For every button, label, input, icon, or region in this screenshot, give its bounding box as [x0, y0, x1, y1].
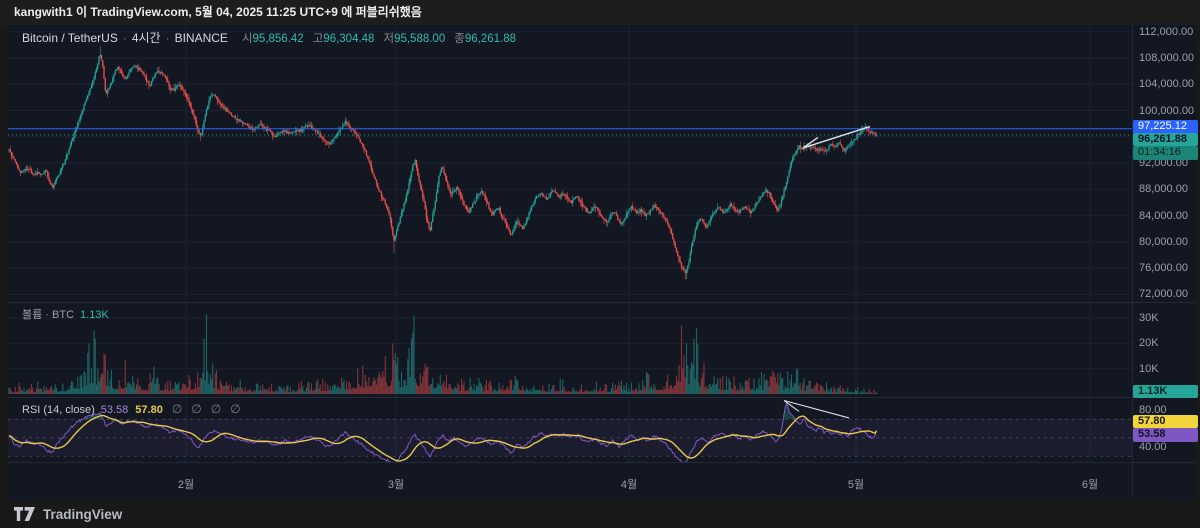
- rsi-ma-value: 57.80: [135, 404, 163, 416]
- time-axis-month-label: 4월: [620, 479, 638, 491]
- price-axis-label: 80,000.00: [1139, 235, 1188, 248]
- rsi-ma-badge: 57.80: [1133, 414, 1198, 428]
- open-label: 시: [241, 32, 253, 45]
- price-axis[interactable]: 97,225.12 96,261.88 01:34:16 1.13K 57.80…: [1132, 25, 1198, 462]
- last-price-badge: 96,261.88: [1133, 132, 1198, 146]
- volume-value: 1.13K: [80, 309, 109, 321]
- rsi-pane-label: RSI (14, close) 53.58 57.80 ∅ ∅ ∅ ∅: [22, 402, 241, 416]
- price-axis-label: 88,000.00: [1139, 183, 1188, 196]
- exchange-label: BINANCE: [174, 30, 228, 45]
- rsi-hidden-inputs: ∅ ∅ ∅ ∅: [163, 402, 241, 416]
- separator-dot: ·: [165, 30, 170, 45]
- time-axis-month-label: 2월: [177, 479, 195, 491]
- price-axis-label: 112,000.00: [1139, 25, 1194, 38]
- high-value: 96,304.48: [323, 32, 375, 45]
- low-label: 저: [383, 32, 395, 45]
- footer: TradingView: [0, 500, 1200, 528]
- interval-label: 4시간: [131, 31, 161, 45]
- published-chart-page: kangwith1 이 TradingView.com, 5월 04, 2025…: [0, 0, 1200, 528]
- time-axis-month-label: 6월: [1081, 479, 1099, 491]
- bar-countdown-badge: 01:34:16: [1133, 146, 1198, 160]
- separator-dot: ·: [122, 30, 127, 45]
- ohlc-values: 시95,856.42 고96,304.48 저95,588.00 종96,261…: [242, 30, 525, 46]
- price-axis-label: 100,000.00: [1139, 104, 1195, 117]
- volume-badge: 1.13K: [1133, 384, 1198, 398]
- rsi-badge: 53.58: [1133, 428, 1198, 442]
- high-label: 고: [312, 32, 324, 45]
- chart-canvas[interactable]: [0, 0, 1200, 528]
- volume-label-text: 볼륨 · BTC: [22, 309, 75, 321]
- time-axis[interactable]: 2월 3월 4월 5월 6월: [8, 462, 1132, 497]
- rsi-value: 53.58: [100, 404, 129, 416]
- alert-price-badge: 97,225.12: [1133, 120, 1198, 134]
- empty-value-icon: ∅: [191, 402, 202, 416]
- rsi-axis-label: 40.00: [1139, 441, 1167, 453]
- price-axis-label: 76,000.00: [1139, 262, 1188, 275]
- empty-value-icon: ∅: [210, 402, 222, 416]
- empty-value-icon: ∅: [230, 402, 241, 416]
- price-axis-label: 72,000.00: [1139, 288, 1188, 301]
- empty-value-icon: ∅: [171, 402, 183, 416]
- close-value: 96,261.88: [464, 32, 516, 45]
- open-value: 95,856.42: [252, 32, 304, 45]
- price-axis-label: 104,000.00: [1139, 78, 1195, 91]
- price-axis-label: 84,000.00: [1139, 209, 1188, 222]
- time-axis-month-label: 5월: [847, 479, 865, 491]
- price-axis-label: 108,000.00: [1139, 51, 1195, 64]
- symbol-title[interactable]: Bitcoin / TetherUS: [22, 31, 118, 45]
- tradingview-brand-text[interactable]: TradingView: [43, 507, 122, 522]
- symbol-header[interactable]: Bitcoin / TetherUS · 4시간 · BINANCE 시95,8…: [22, 29, 525, 46]
- volume-pane-label: 볼륨 · BTC 1.13K: [22, 306, 109, 322]
- volume-axis-label: 20K: [1139, 337, 1159, 350]
- volume-axis-label: 10K: [1139, 362, 1159, 375]
- volume-axis-label: 30K: [1139, 312, 1159, 325]
- close-label: 종: [454, 32, 465, 45]
- time-axis-month-label: 3월: [387, 479, 405, 491]
- rsi-label-text: RSI (14, close): [22, 404, 95, 416]
- low-value: 95,588.00: [394, 32, 446, 45]
- tradingview-logo-icon[interactable]: [14, 507, 36, 521]
